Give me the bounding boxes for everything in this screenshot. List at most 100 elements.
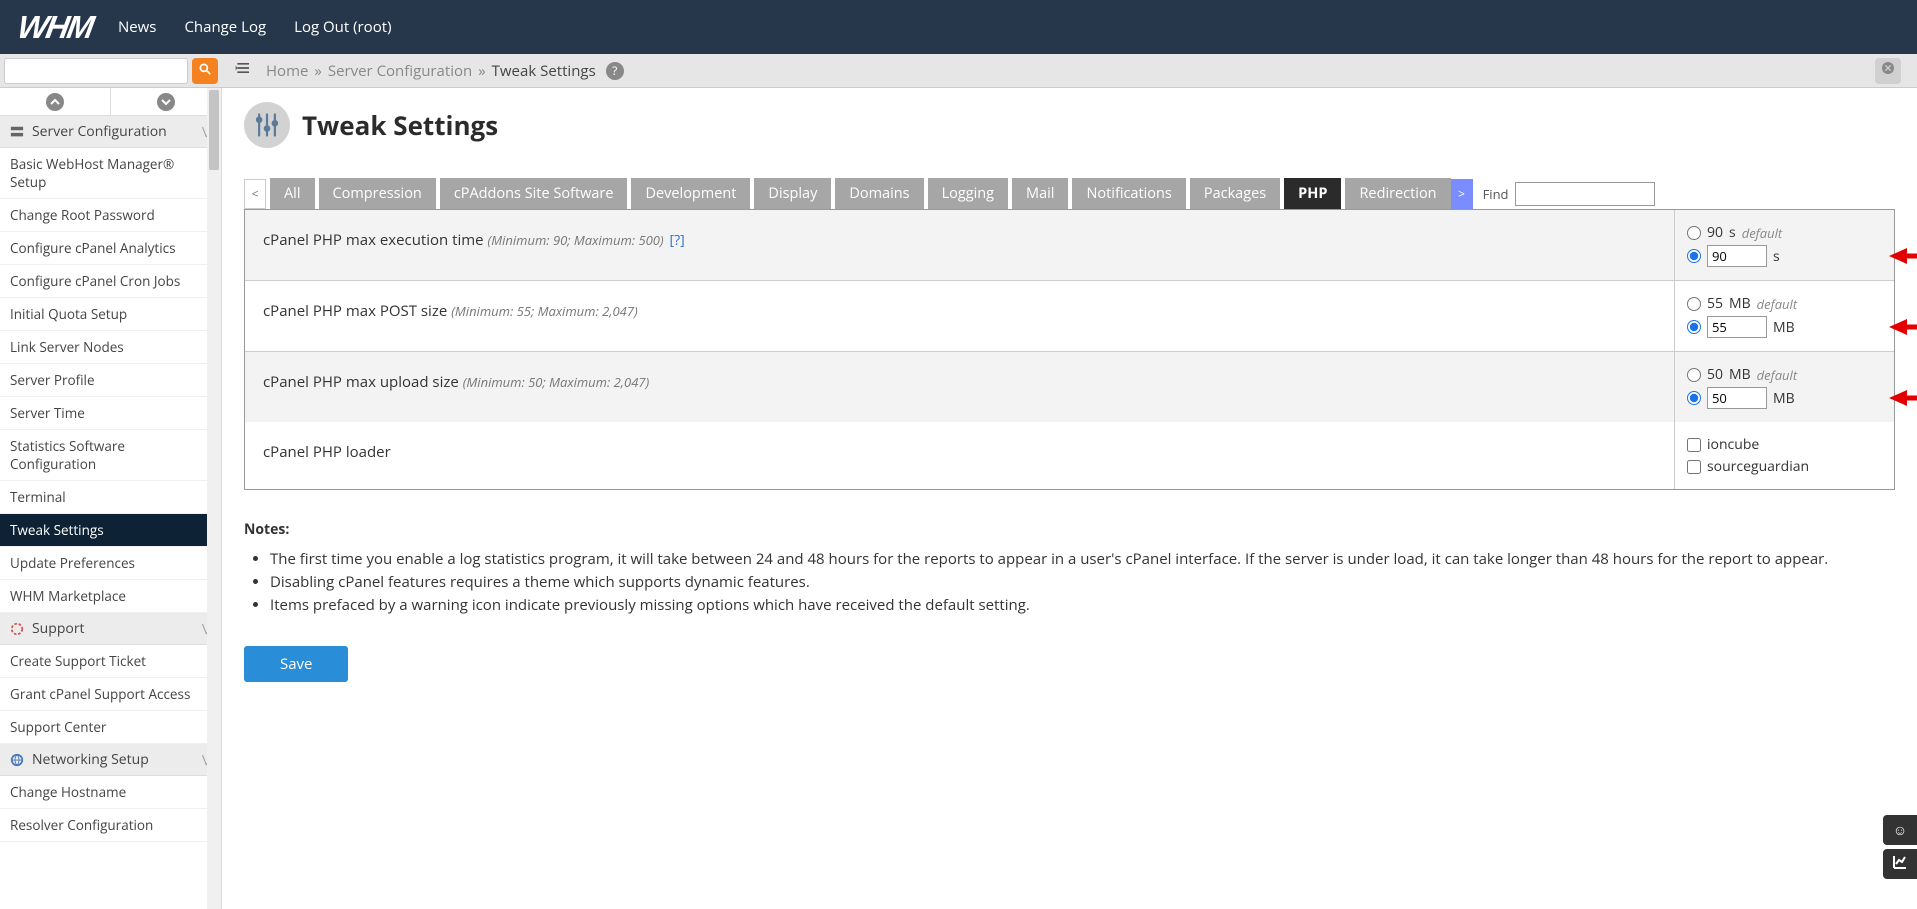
sidebar-collapse-button[interactable] <box>232 59 256 83</box>
setting-radio-default[interactable] <box>1687 226 1701 240</box>
default-unit: MB <box>1729 365 1751 384</box>
sidebar-expand-all[interactable] <box>111 88 221 115</box>
chart-icon <box>1892 854 1908 875</box>
setting-label-text: cPanel PHP max POST size <box>263 301 447 321</box>
sidebar-item[interactable]: Support Center <box>0 711 221 744</box>
setting-label-text: cPanel PHP max upload size <box>263 372 459 392</box>
breadcrumb-category[interactable]: Server Configuration <box>328 61 472 81</box>
sidebar-item[interactable]: WHM Marketplace <box>0 580 221 613</box>
sidebar-category-networking[interactable]: Networking Setup ⋁ <box>0 744 221 776</box>
loader-checkbox-sourceguardian[interactable] <box>1687 460 1701 474</box>
sidebar-collapse-all[interactable] <box>0 88 111 115</box>
sidebar-item[interactable]: Link Server Nodes <box>0 331 221 364</box>
default-unit: s <box>1729 223 1736 242</box>
setting-radio-custom[interactable] <box>1687 249 1701 263</box>
scrollbar-thumb[interactable] <box>209 90 219 170</box>
sidebar-item[interactable]: Grant cPanel Support Access <box>0 678 221 711</box>
find-input[interactable] <box>1515 182 1655 206</box>
sidebar-item[interactable]: Resolver Configuration <box>0 809 221 842</box>
chevron-down-icon <box>157 93 175 111</box>
setting-hint: (Minimum: 90; Maximum: 500) <box>488 231 664 249</box>
support-icon <box>10 622 24 636</box>
annotation-arrow-icon <box>1889 388 1917 408</box>
tab-logging[interactable]: Logging <box>928 178 1008 209</box>
notes-heading: Notes: <box>244 520 1895 539</box>
breadcrumb-current: Tweak Settings <box>492 61 596 81</box>
notes-item: Items prefaced by a warning icon indicat… <box>270 595 1895 616</box>
setting-label-text: cPanel PHP max execution time <box>263 230 484 250</box>
loader-option-label: ioncube <box>1707 435 1759 454</box>
tab-notifications[interactable]: Notifications <box>1072 178 1185 209</box>
setting-row-php-loader: cPanel PHP loader ioncube sourceguardian <box>245 422 1894 489</box>
tab-redirection[interactable]: Redirection <box>1345 178 1450 209</box>
tab-mail[interactable]: Mail <box>1012 178 1068 209</box>
sidebar-item[interactable]: Initial Quota Setup <box>0 298 221 331</box>
top-navbar: WHM News Change Log Log Out (root) <box>0 0 1917 54</box>
sidebar-category-label: Support <box>32 619 85 638</box>
tab-development[interactable]: Development <box>631 178 750 209</box>
tab-packages[interactable]: Packages <box>1190 178 1280 209</box>
tab-all[interactable]: All <box>270 178 315 209</box>
tabs-row: < AllCompressioncPAddons Site SoftwareDe… <box>244 178 1895 209</box>
tabs-scroll-left[interactable]: < <box>244 179 266 209</box>
sidebar-category-label: Networking Setup <box>32 750 149 769</box>
tab-compression[interactable]: Compression <box>319 178 436 209</box>
setting-radio-default[interactable] <box>1687 297 1701 311</box>
value-unit: MB <box>1773 318 1795 337</box>
nav-link-logout[interactable]: Log Out (root) <box>294 17 391 37</box>
sidebar-item[interactable]: Statistics Software Configuration <box>0 430 221 481</box>
setting-radio-default[interactable] <box>1687 368 1701 382</box>
tab-display[interactable]: Display <box>754 178 831 209</box>
sidebar-item[interactable]: Basic WebHost Manager® Setup <box>0 148 221 199</box>
setting-value-input[interactable] <box>1707 387 1767 409</box>
search-icon <box>198 62 212 80</box>
setting-radio-custom[interactable] <box>1687 320 1701 334</box>
tab-cpaddons-site-software[interactable]: cPAddons Site Software <box>440 178 628 209</box>
feedback-widget[interactable]: ☺ <box>1883 815 1917 845</box>
sidebar-item[interactable]: Update Preferences <box>0 547 221 580</box>
notes-item: The first time you enable a log statisti… <box>270 549 1895 570</box>
sidebar-item[interactable]: Create Support Ticket <box>0 645 221 678</box>
setting-row: cPanel PHP max POST size (Minimum: 55; M… <box>245 281 1894 352</box>
sidebar-search-input[interactable] <box>4 58 188 84</box>
default-value: 90 <box>1707 223 1723 242</box>
sidebar-item[interactable]: Configure cPanel Cron Jobs <box>0 265 221 298</box>
nav-link-changelog[interactable]: Change Log <box>184 17 266 37</box>
sidebar-category-support[interactable]: Support ⋁ <box>0 613 221 645</box>
breadcrumb-sep: » <box>478 61 485 81</box>
sidebar-item[interactable]: Tweak Settings <box>0 514 221 547</box>
sidebar-item[interactable]: Server Time <box>0 397 221 430</box>
help-link[interactable]: [?] <box>670 231 685 250</box>
find-label: Find <box>1483 185 1509 203</box>
close-page-button[interactable] <box>1875 58 1901 84</box>
sidebar-item[interactable]: Server Profile <box>0 364 221 397</box>
tabs-scroll-right[interactable]: > <box>1451 179 1473 209</box>
loader-checkbox-ioncube[interactable] <box>1687 438 1701 452</box>
menu-collapse-icon <box>234 58 254 83</box>
nav-link-news[interactable]: News <box>118 17 157 37</box>
loader-option-label: sourceguardian <box>1707 457 1809 476</box>
sidebar-item[interactable]: Change Root Password <box>0 199 221 232</box>
default-word: default <box>1742 224 1782 242</box>
sidebar-search <box>0 54 222 88</box>
setting-radio-custom[interactable] <box>1687 391 1701 405</box>
setting-value-input[interactable] <box>1707 245 1767 267</box>
sidebar-scrollbar[interactable] <box>207 88 221 909</box>
sidebar-item[interactable]: Configure cPanel Analytics <box>0 232 221 265</box>
sidebar-category-server-config[interactable]: Server Configuration ⋁ <box>0 116 221 148</box>
breadcrumb-home[interactable]: Home <box>266 61 308 81</box>
tab-php[interactable]: PHP <box>1284 178 1341 209</box>
help-icon[interactable]: ? <box>606 62 624 80</box>
sidebar-category-label: Server Configuration <box>32 122 167 141</box>
setting-value-input[interactable] <box>1707 316 1767 338</box>
value-unit: s <box>1773 247 1780 266</box>
sidebar-item[interactable]: Change Hostname <box>0 776 221 809</box>
save-button[interactable]: Save <box>244 646 348 682</box>
setting-label-text: cPanel PHP loader <box>263 442 391 462</box>
tab-domains[interactable]: Domains <box>835 178 923 209</box>
sidebar-search-button[interactable] <box>192 58 218 84</box>
default-word: default <box>1757 295 1797 313</box>
sidebar: Server Configuration ⋁ Basic WebHost Man… <box>0 88 222 909</box>
sidebar-item[interactable]: Terminal <box>0 481 221 514</box>
stats-widget[interactable] <box>1883 849 1917 879</box>
